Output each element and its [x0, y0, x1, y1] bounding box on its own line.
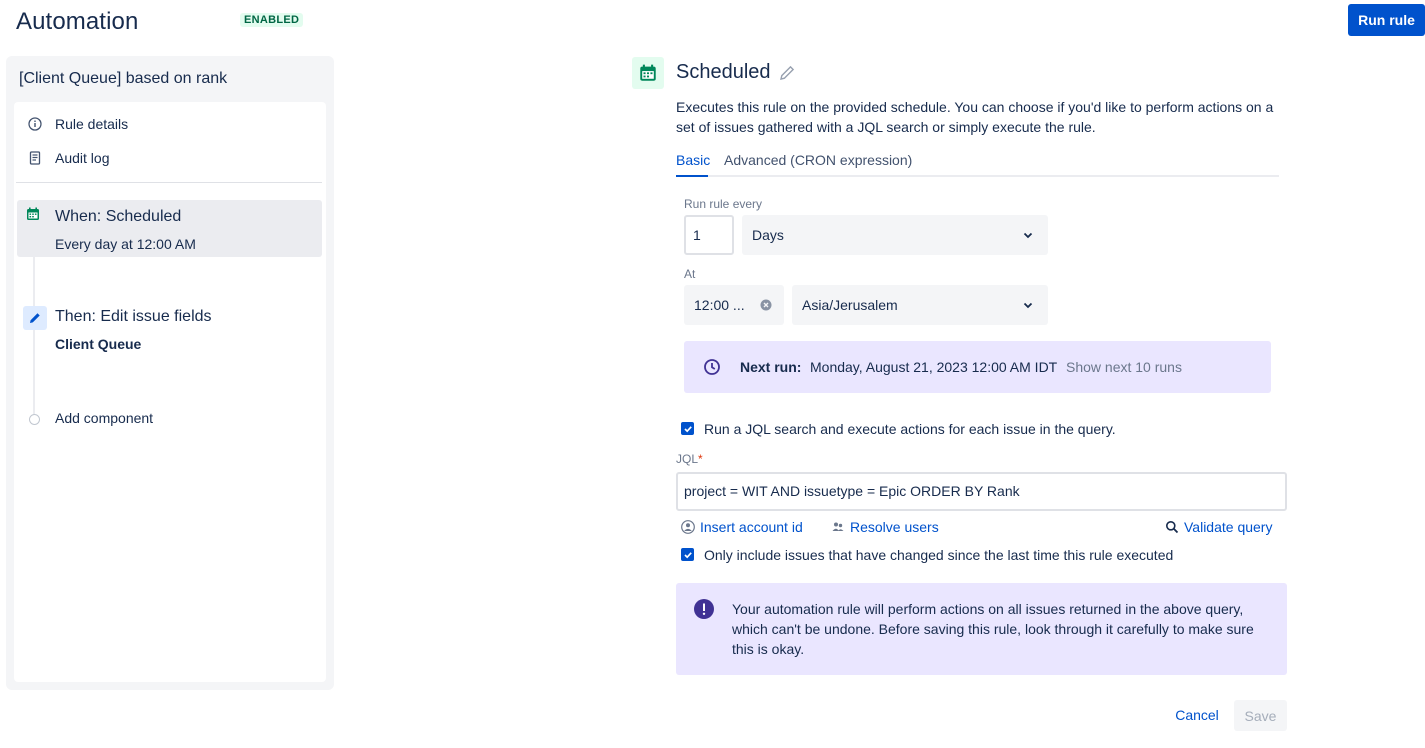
sidebar-item-rule-details[interactable]: Rule details [28, 114, 128, 134]
save-button[interactable]: Save [1234, 700, 1287, 731]
checkmark-icon [683, 425, 692, 432]
at-label: At [684, 267, 696, 281]
select-value: Days [752, 227, 784, 243]
insert-account-id-link[interactable]: Insert account id [681, 518, 803, 536]
clock-icon [704, 359, 720, 375]
rule-sidebar: [Client Queue] based on rank Rule detail… [6, 56, 334, 690]
timezone-select[interactable]: Asia/Jerusalem [792, 285, 1048, 325]
trigger-component[interactable]: When: Scheduled Every day at 12:00 AM [17, 200, 322, 257]
link-label: Validate query [1184, 519, 1273, 535]
resolve-users-link[interactable]: Resolve users [831, 518, 939, 536]
time-value: 12:00 ... [694, 297, 745, 313]
people-icon [831, 520, 845, 534]
next-run-panel: Next run: Monday, August 21, 2023 12:00 … [684, 341, 1271, 393]
info-icon [28, 117, 42, 131]
action-subtitle: Client Queue [55, 336, 142, 352]
trigger-title: When: Scheduled [55, 208, 182, 225]
run-every-unit-select[interactable]: Days [742, 215, 1048, 255]
jql-input[interactable]: project = WIT AND issuetype = Epic ORDER… [676, 472, 1287, 511]
add-component-dot [29, 414, 40, 425]
warning-panel: Your automation rule will perform action… [676, 583, 1287, 675]
sidebar-item-audit-log[interactable]: Audit log [28, 148, 109, 168]
clear-icon[interactable] [760, 299, 772, 311]
component-title: Scheduled [676, 61, 771, 83]
link-label: Insert account id [700, 519, 803, 535]
link-label: Resolve users [850, 519, 939, 535]
changed-only-checkbox[interactable] [681, 548, 694, 561]
run-every-input[interactable]: 1 [684, 215, 734, 255]
search-icon [1165, 520, 1179, 534]
changed-only-checkbox-label: Only include issues that have changed si… [704, 547, 1174, 563]
warning-text: Your automation rule will perform action… [732, 601, 1254, 657]
rule-name: [Client Queue] based on rank [19, 70, 228, 87]
edit-title-icon[interactable] [778, 64, 796, 82]
jql-search-checkbox-label: Run a JQL search and execute actions for… [704, 421, 1116, 437]
show-next-runs-link[interactable]: Show next 10 runs [1066, 359, 1182, 375]
chevron-down-icon [1023, 302, 1033, 309]
sidebar-item-label: Rule details [55, 116, 129, 132]
calendar-icon [24, 205, 42, 223]
run-every-label: Run rule every [684, 197, 763, 211]
document-icon [28, 151, 42, 165]
run-rule-button[interactable]: Run rule [1348, 4, 1425, 36]
action-component[interactable]: Then: Edit issue fields Client Queue [17, 300, 322, 360]
cancel-button[interactable]: Cancel [1166, 700, 1228, 730]
sidebar-inner-panel: Rule details Audit log When: Scheduled E… [14, 102, 326, 682]
status-lozenge: ENABLED [240, 13, 304, 27]
sidebar-item-label: Audit log [55, 150, 110, 166]
add-component-link[interactable]: Add component [55, 410, 153, 426]
checkmark-icon [683, 551, 692, 558]
validate-query-link[interactable]: Validate query [1165, 518, 1272, 536]
schedule-tabs: Basic Advanced (CRON expression) [676, 150, 1279, 177]
chevron-down-icon [1023, 232, 1033, 239]
exclamation-icon [694, 599, 714, 619]
pencil-icon [23, 306, 47, 330]
required-asterisk: * [698, 452, 703, 466]
sidebar-divider [16, 182, 322, 183]
trigger-subtitle: Every day at 12:00 AM [55, 236, 196, 252]
next-run-value: Monday, August 21, 2023 12:00 AM IDT [810, 359, 1058, 375]
next-run-label: Next run: [740, 359, 802, 375]
calendar-icon [632, 57, 664, 89]
page-title: Automation [16, 8, 139, 35]
jql-search-checkbox[interactable] [681, 422, 694, 435]
active-tab-underline [676, 175, 708, 177]
action-title: Then: Edit issue fields [55, 308, 212, 325]
jql-label: JQL* [676, 452, 703, 466]
component-description: Executes this rule on the provided sched… [676, 99, 1274, 135]
person-icon [681, 520, 695, 534]
tab-basic[interactable]: Basic [676, 152, 710, 168]
select-value: Asia/Jerusalem [802, 297, 898, 313]
tab-advanced[interactable]: Advanced (CRON expression) [724, 152, 912, 168]
